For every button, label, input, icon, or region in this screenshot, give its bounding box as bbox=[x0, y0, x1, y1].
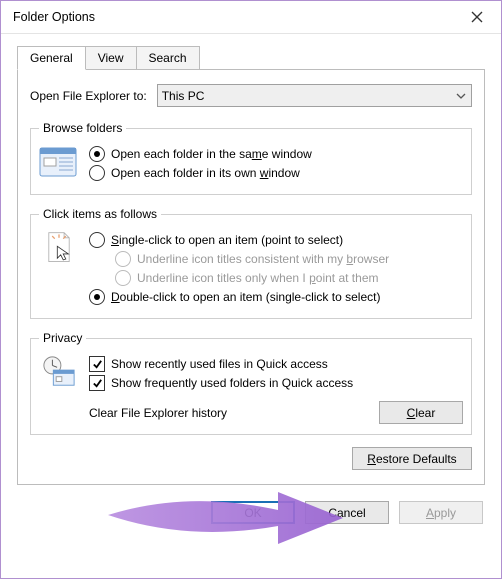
privacy-legend: Privacy bbox=[39, 331, 86, 345]
radio-icon bbox=[115, 251, 131, 267]
browse-folders-legend: Browse folders bbox=[39, 121, 126, 135]
tab-search[interactable]: Search bbox=[136, 46, 200, 70]
titlebar: Folder Options bbox=[1, 1, 501, 34]
tab-panel-general: Open File Explorer to: This PC Browse fo… bbox=[17, 69, 485, 485]
tab-strip: General View Search bbox=[17, 46, 485, 70]
radio-icon bbox=[89, 289, 105, 305]
checkbox-icon bbox=[89, 375, 105, 391]
radio-single-click[interactable]: Single-click to open an item (point to s… bbox=[89, 232, 463, 248]
radio-label: Underline icon titles only when I point … bbox=[137, 271, 378, 286]
tab-general[interactable]: General bbox=[17, 46, 86, 70]
restore-defaults-button[interactable]: Restore Defaults bbox=[352, 447, 472, 470]
privacy-icon bbox=[39, 355, 79, 389]
close-button[interactable] bbox=[461, 1, 493, 33]
close-icon bbox=[471, 11, 483, 23]
browse-folders-group: Browse folders Open each folder in the s… bbox=[30, 121, 472, 195]
dialog-button-row: OK Cancel Apply bbox=[1, 489, 501, 538]
radio-label: Single-click to open an item (point to s… bbox=[111, 233, 343, 248]
radio-label: Open each folder in the same window bbox=[111, 147, 312, 162]
radio-icon bbox=[89, 165, 105, 181]
window-title: Folder Options bbox=[13, 10, 461, 24]
clear-button[interactable]: Clear bbox=[379, 401, 463, 424]
radio-icon bbox=[89, 232, 105, 248]
folder-window-icon bbox=[39, 145, 79, 179]
radio-underline-browser: Underline icon titles consistent with my… bbox=[115, 251, 463, 267]
radio-icon bbox=[89, 146, 105, 162]
checkbox-recent-files[interactable]: Show recently used files in Quick access bbox=[89, 356, 463, 372]
checkbox-label: Show frequently used folders in Quick ac… bbox=[111, 376, 353, 391]
checkbox-frequent-folders[interactable]: Show frequently used folders in Quick ac… bbox=[89, 375, 463, 391]
radio-double-click[interactable]: Double-click to open an item (single-cli… bbox=[89, 289, 463, 305]
chevron-down-icon bbox=[455, 90, 467, 102]
checkbox-icon bbox=[89, 356, 105, 372]
cancel-button[interactable]: Cancel bbox=[305, 501, 389, 524]
clear-history-label: Clear File Explorer history bbox=[89, 406, 379, 420]
click-items-group: Click items as follows Single-click to o… bbox=[30, 207, 472, 319]
radio-own-window[interactable]: Open each folder in its own window bbox=[89, 165, 463, 181]
click-items-legend: Click items as follows bbox=[39, 207, 161, 221]
tab-view[interactable]: View bbox=[85, 46, 137, 70]
open-explorer-combo[interactable]: This PC bbox=[157, 84, 472, 107]
radio-underline-point: Underline icon titles only when I point … bbox=[115, 270, 463, 286]
radio-label: Open each folder in its own window bbox=[111, 166, 300, 181]
open-explorer-value: This PC bbox=[162, 89, 205, 103]
privacy-group: Privacy Show recently used files in Quic… bbox=[30, 331, 472, 435]
apply-button[interactable]: Apply bbox=[399, 501, 483, 524]
checkbox-label: Show recently used files in Quick access bbox=[111, 357, 328, 372]
radio-label: Underline icon titles consistent with my… bbox=[137, 252, 389, 267]
radio-icon bbox=[115, 270, 131, 286]
open-explorer-row: Open File Explorer to: This PC bbox=[30, 84, 472, 107]
ok-button[interactable]: OK bbox=[211, 501, 295, 524]
radio-label: Double-click to open an item (single-cli… bbox=[111, 290, 380, 305]
document-cursor-icon bbox=[39, 231, 79, 265]
radio-same-window[interactable]: Open each folder in the same window bbox=[89, 146, 463, 162]
open-explorer-label: Open File Explorer to: bbox=[30, 89, 147, 103]
dialog-content: General View Search Open File Explorer t… bbox=[1, 34, 501, 489]
